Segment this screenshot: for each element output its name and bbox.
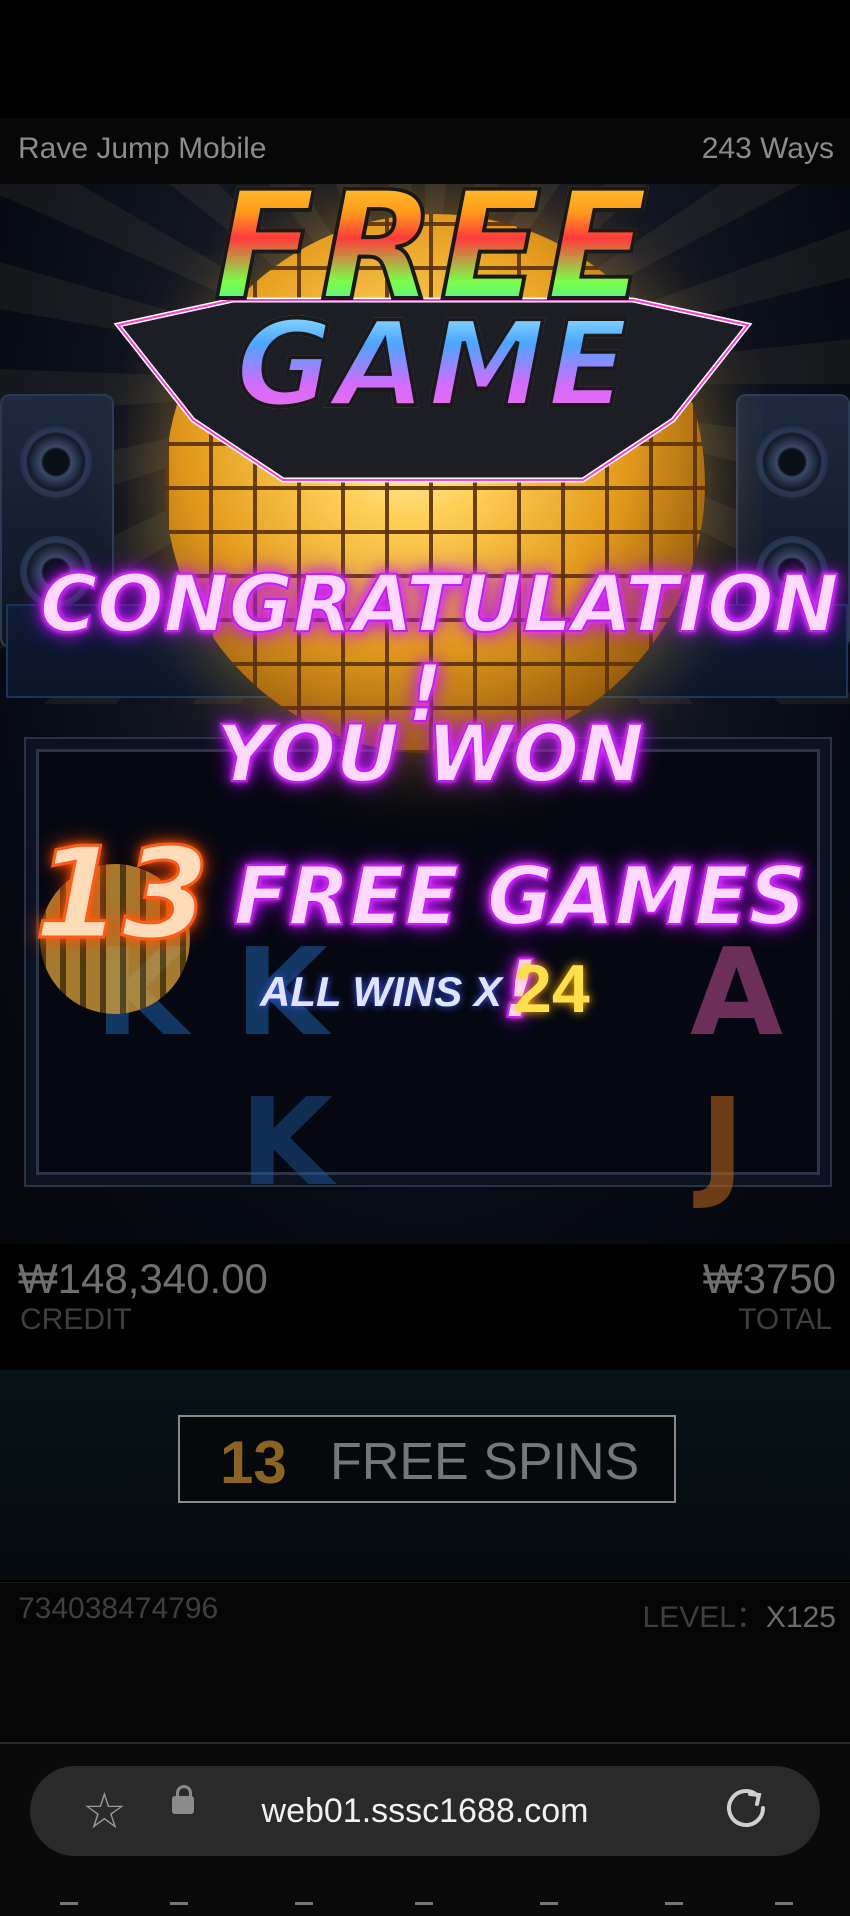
game-id: 734038474796: [18, 1592, 219, 1625]
free-game-banner: FREE GAME: [113, 150, 753, 490]
all-wins-label: ALL WINS X: [260, 968, 502, 1015]
reel-symbol: K: [240, 1074, 333, 1213]
game-title: GAME: [113, 293, 753, 435]
nav-bar-peek: [0, 1898, 850, 1914]
status-area: [0, 0, 850, 118]
level-label: LEVEL：: [642, 1601, 766, 1634]
bet-level: LEVEL：X125: [643, 1592, 836, 1636]
total-bet-value: ₩3750: [702, 1255, 836, 1302]
free-spins-count: 13: [220, 1429, 287, 1496]
you-won-text: YOU WON: [215, 709, 645, 801]
level-value: X125: [765, 1601, 836, 1634]
reel-symbol: J: [700, 1074, 745, 1213]
total-bet-label: TOTAL: [738, 1303, 832, 1336]
free-spins-label: FREE SPINS: [330, 1433, 640, 1491]
win-multiplier: 24: [514, 951, 590, 1027]
credit-value: ₩148,340.00: [18, 1255, 268, 1302]
credit-label: CREDIT: [20, 1303, 132, 1336]
free-games-count: 13: [32, 819, 210, 969]
reload-icon[interactable]: [722, 1784, 770, 1832]
